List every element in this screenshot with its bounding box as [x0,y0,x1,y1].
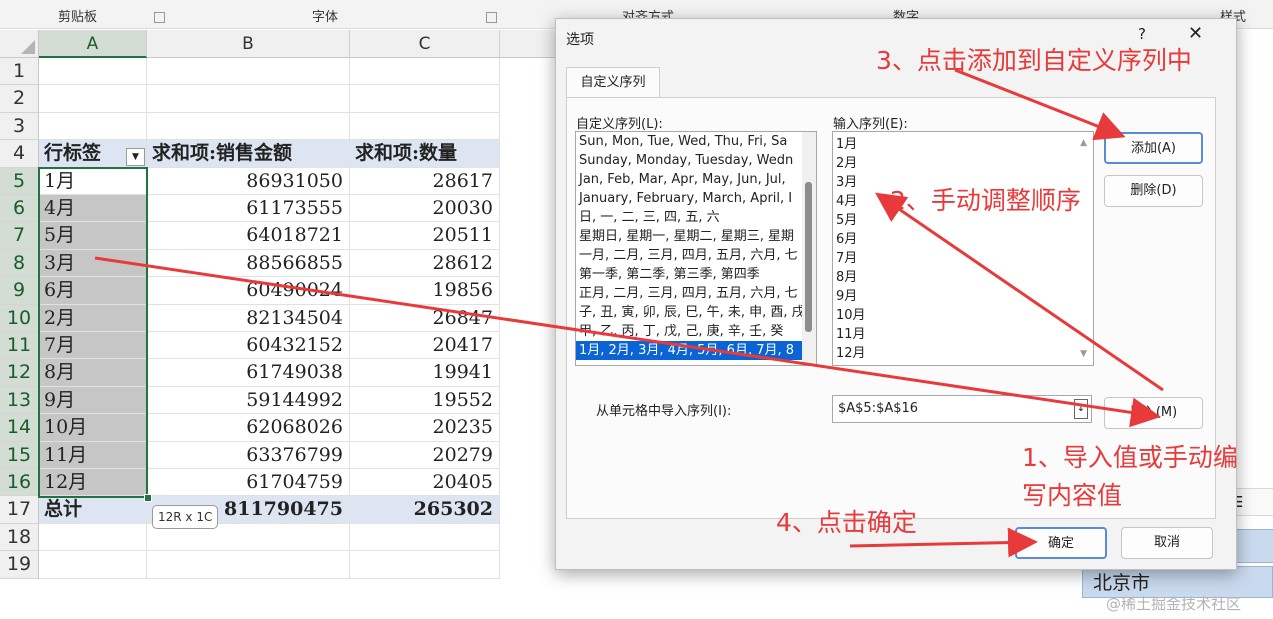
annotation-step1-line1: 1、导入值或手动编 [1022,443,1238,472]
annotation-step3: 3、点击添加到自定义序列中 [876,46,1192,75]
annotation-step1-line2: 写内容值 [1022,481,1123,510]
watermark: @稀土掘金技术社区 [1106,595,1242,613]
annotation-step4: 4、点击确定 [776,508,917,537]
arrow-add [954,68,1126,141]
arrow-import-to-field [94,256,1161,428]
arrow-adjust-order [875,192,1164,392]
arrow-ok [849,527,1038,558]
annotation-arrows [94,68,1164,558]
annotation-step2: 2、手动调整顺序 [890,186,1081,215]
